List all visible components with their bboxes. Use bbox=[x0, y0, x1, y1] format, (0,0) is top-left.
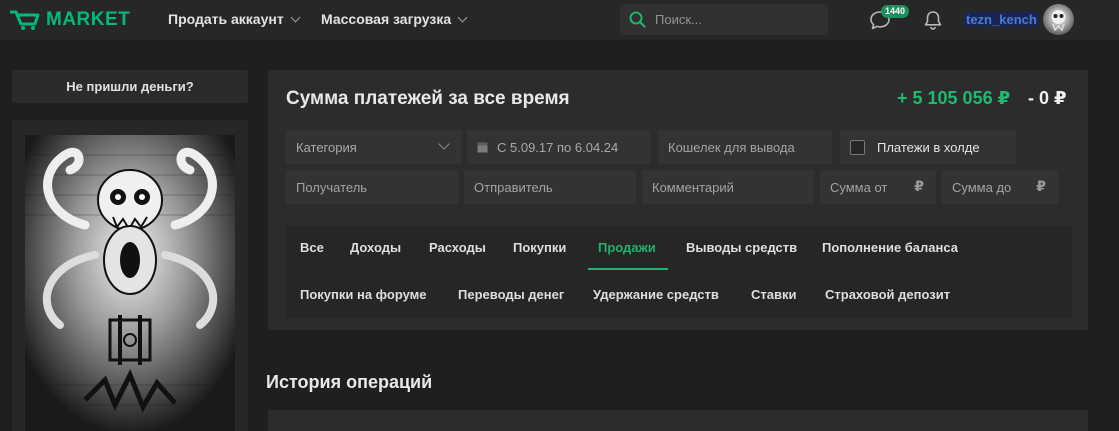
search-input[interactable] bbox=[655, 12, 815, 27]
sender-field[interactable] bbox=[474, 179, 636, 195]
nav-sell-account-label: Продать аккаунт bbox=[168, 11, 284, 27]
wallet-input[interactable] bbox=[658, 130, 832, 164]
amount-to-field[interactable] bbox=[952, 179, 1022, 195]
hold-payments-checkbox[interactable] bbox=[850, 139, 865, 155]
amount-from-input[interactable]: ₽ bbox=[820, 170, 936, 204]
amount-to-input[interactable]: ₽ bbox=[942, 170, 1058, 204]
tab-purchases[interactable]: Покупки bbox=[513, 237, 566, 259]
comment-input[interactable] bbox=[642, 170, 814, 204]
tab-insurance-deposit[interactable]: Страховой депозит bbox=[825, 284, 950, 306]
search-icon bbox=[629, 11, 646, 28]
cart-icon bbox=[10, 10, 40, 30]
nav-sell-account[interactable]: Продать аккаунт bbox=[168, 11, 301, 27]
avatar[interactable] bbox=[1043, 4, 1074, 35]
ruble-icon: ₽ bbox=[914, 178, 924, 194]
username-link[interactable]: tezn_kench bbox=[964, 12, 1039, 27]
hold-payments-toggle[interactable]: Платежи в холде bbox=[840, 130, 1016, 164]
amount-from-field[interactable] bbox=[830, 179, 900, 195]
chevron-down-icon bbox=[290, 12, 301, 22]
avatar-image bbox=[1051, 10, 1066, 32]
banner-artwork[interactable] bbox=[25, 135, 235, 431]
logo[interactable]: MARKET bbox=[10, 9, 130, 31]
tab-income[interactable]: Доходы bbox=[350, 237, 401, 259]
expense-total: - 0 ₽ bbox=[1028, 88, 1067, 108]
tab-balance-topup[interactable]: Пополнение баланса bbox=[822, 237, 958, 259]
nav-bulk-upload-label: Массовая загрузка bbox=[321, 11, 452, 27]
tab-bets[interactable]: Ставки bbox=[751, 284, 796, 306]
tab-holds[interactable]: Удержание средств bbox=[593, 284, 719, 306]
category-select[interactable]: Категория bbox=[286, 130, 462, 164]
chevron-down-icon bbox=[438, 138, 450, 150]
no-money-label: Не пришли деньги? bbox=[66, 79, 194, 94]
logo-text: MARKET bbox=[46, 9, 131, 30]
income-total: + 5 105 056 ₽ bbox=[897, 88, 1011, 108]
ruble-icon: ₽ bbox=[1036, 178, 1046, 194]
hold-payments-label: Платежи в холде bbox=[877, 139, 980, 155]
active-tab-indicator bbox=[588, 268, 668, 270]
recipient-input[interactable] bbox=[286, 170, 458, 204]
no-money-button[interactable]: Не пришли деньги? bbox=[12, 70, 248, 103]
banner-art-image bbox=[25, 135, 235, 431]
tab-money-transfers[interactable]: Переводы денег bbox=[458, 284, 564, 306]
tab-expenses[interactable]: Расходы bbox=[429, 237, 486, 259]
history-panel bbox=[268, 410, 1088, 431]
comment-field[interactable] bbox=[652, 179, 814, 195]
messages-count-badge: 1440 bbox=[881, 5, 910, 18]
nav-bulk-upload[interactable]: Массовая загрузка bbox=[321, 11, 468, 27]
history-title: История операций bbox=[266, 372, 433, 392]
recipient-field[interactable] bbox=[296, 179, 458, 195]
chevron-down-icon bbox=[457, 12, 468, 22]
wallet-field[interactable] bbox=[668, 139, 832, 155]
page-title: Сумма платежей за все время bbox=[286, 88, 570, 109]
category-select-label: Категория bbox=[296, 139, 357, 155]
tab-withdrawals[interactable]: Выводы средств bbox=[686, 237, 797, 259]
tab-forum-purchases[interactable]: Покупки на форуме bbox=[300, 284, 427, 306]
date-range-picker[interactable]: С 5.09.17 по 6.04.24 bbox=[467, 130, 650, 164]
bell-icon[interactable] bbox=[922, 9, 944, 31]
search-box[interactable] bbox=[620, 4, 828, 35]
tab-all[interactable]: Все bbox=[300, 237, 324, 259]
date-range-value: С 5.09.17 по 6.04.24 bbox=[497, 139, 619, 155]
calendar-icon bbox=[477, 142, 488, 153]
sender-input[interactable] bbox=[464, 170, 636, 204]
tab-sales[interactable]: Продажи bbox=[598, 237, 656, 259]
